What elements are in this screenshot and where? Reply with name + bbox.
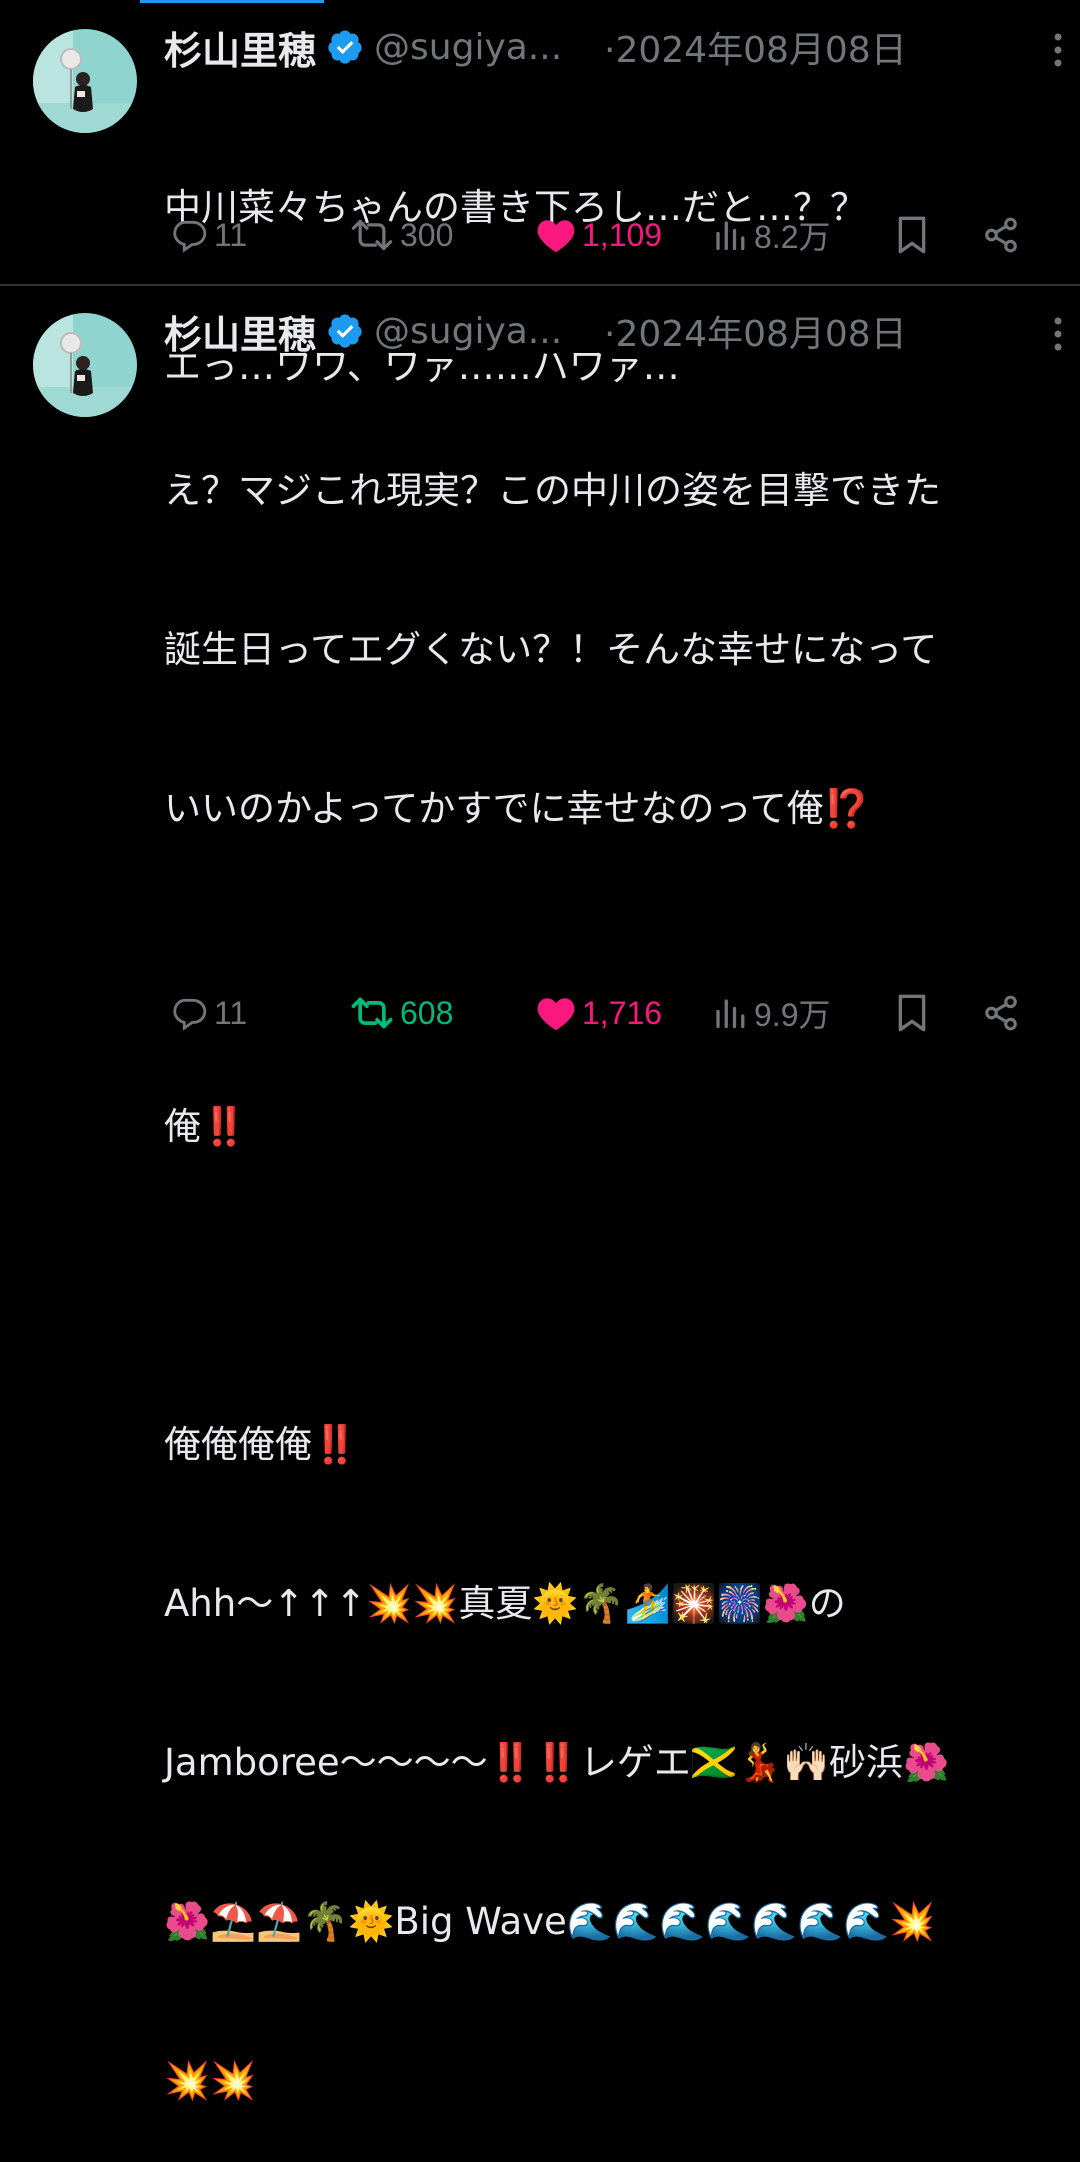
tweet-text-line: 俺‼️	[164, 1105, 248, 1148]
avatar-photo-icon	[33, 29, 137, 133]
avatar-photo-icon	[33, 313, 137, 417]
tweet-text-line	[164, 1259, 1054, 1312]
tweet-header: 杉山里穂 @sugiya... ·2024年08月08日	[164, 20, 1050, 75]
verified-badge-icon	[328, 314, 362, 348]
tweet-text-line: いいのかよってかすでに幸せなのって俺⁉️	[164, 787, 870, 830]
like-count: 1,109	[582, 216, 663, 253]
tweet-text-line: 🌺⛱️⛱️🌴🌞Big Wave🌊🌊🌊🌊🌊🌊🌊💥	[164, 1900, 936, 1943]
retweet-count: 300	[400, 216, 454, 253]
reply-count: 11	[214, 216, 248, 253]
more-options-icon[interactable]	[1044, 30, 1072, 70]
share-button[interactable]	[982, 210, 1020, 260]
reply-button[interactable]: 11	[170, 988, 247, 1038]
more-options-icon[interactable]	[1044, 314, 1072, 354]
tweet-text-line: Jamboree〜〜〜〜‼️‼️レゲエ🇯🇲💃🙌🏻砂浜🌺	[164, 1741, 950, 1784]
views-count: 9.9万	[754, 997, 831, 1033]
avatar[interactable]	[33, 29, 137, 133]
tweet-actions: 11 608 1,716 9.9万	[164, 988, 1034, 1038]
retweet-count: 608	[400, 994, 454, 1031]
tweet-text-line: 誕生日ってエグくない？！そんな幸せになって	[164, 628, 938, 671]
bookmark-icon	[898, 216, 926, 254]
reply-icon	[173, 998, 207, 1031]
reply-count: 11	[214, 994, 248, 1031]
share-icon	[985, 217, 1017, 253]
views-button[interactable]: 8.2万	[712, 210, 831, 260]
reply-button[interactable]: 11	[170, 210, 247, 260]
tweet-text-line	[164, 941, 1054, 994]
views-button[interactable]: 9.9万	[712, 988, 831, 1038]
date-text: 2024年08月08日	[615, 30, 907, 71]
heart-icon	[537, 220, 575, 253]
date-separator: ·	[604, 30, 616, 71]
bookmark-button[interactable]	[894, 210, 930, 260]
verified-badge-icon	[328, 30, 362, 64]
tweet-text-line: Ahh〜↑↑↑💥💥真夏🌞🌴🏄🎇🎆🌺の	[164, 1582, 846, 1625]
reply-icon	[173, 220, 207, 253]
author-handle[interactable]: @sugiya...	[374, 27, 564, 68]
tweet-text-line: え？マジこれ現実？この中川の姿を目撃できた	[164, 469, 941, 512]
views-count: 8.2万	[754, 219, 831, 255]
like-count: 1,716	[582, 994, 663, 1031]
date-text: 2024年08月08日	[615, 314, 907, 355]
like-button[interactable]: 1,109	[536, 210, 662, 260]
heart-icon	[537, 998, 575, 1031]
tweet-text: え？マジこれ現実？この中川の姿を目撃できた 誕生日ってエグくない？！そんな幸せに…	[164, 358, 1054, 2162]
share-icon	[985, 995, 1017, 1031]
bookmark-button[interactable]	[894, 988, 930, 1038]
author-handle[interactable]: @sugiya...	[374, 311, 564, 352]
author-name[interactable]: 杉山里穂	[164, 20, 316, 75]
tweet-text-line: 俺俺俺俺‼️	[164, 1423, 359, 1466]
retweet-icon	[351, 997, 393, 1029]
tweet-date[interactable]: ·2024年08月08日	[604, 21, 907, 73]
tweet-header: 杉山里穂 @sugiya... ·2024年08月08日	[164, 304, 1050, 359]
like-button[interactable]: 1,716	[536, 988, 662, 1038]
date-separator: ·	[604, 314, 616, 355]
tweet-2[interactable]: 杉山里穂 @sugiya... ·2024年08月08日 え？マジこれ現実？この…	[0, 286, 1080, 2102]
retweet-icon	[351, 219, 393, 251]
bookmark-icon	[898, 994, 926, 1032]
avatar[interactable]	[33, 313, 137, 417]
views-icon	[716, 221, 745, 251]
retweet-button[interactable]: 608	[350, 988, 453, 1038]
author-name[interactable]: 杉山里穂	[164, 304, 316, 359]
share-button[interactable]	[982, 988, 1020, 1038]
tweet-date[interactable]: ·2024年08月08日	[604, 305, 907, 357]
tweet-text-line: 💥💥	[164, 2059, 257, 2102]
tweet-actions: 11 300 1,109 8.2万	[164, 210, 1034, 260]
retweet-button[interactable]: 300	[350, 210, 453, 260]
tweet-1[interactable]: 杉山里穂 @sugiya... ·2024年08月08日 中川菜々ちゃんの書き下…	[0, 0, 1080, 388]
views-icon	[716, 999, 745, 1029]
